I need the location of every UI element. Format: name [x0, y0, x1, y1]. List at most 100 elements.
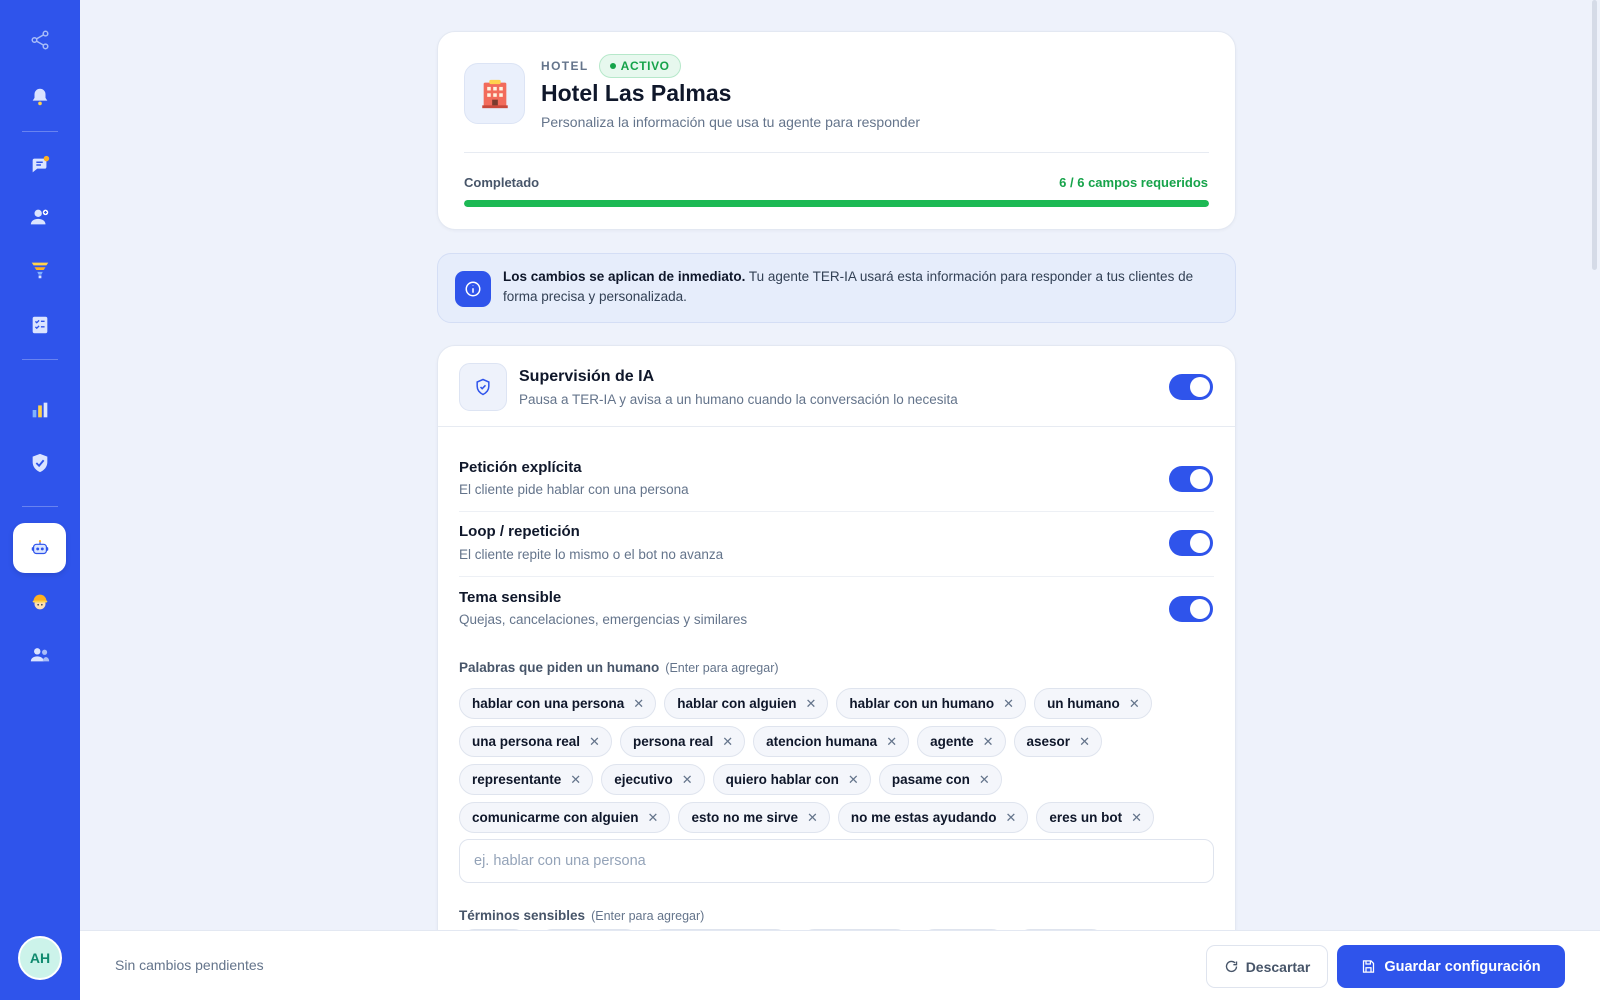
keyword-chip[interactable]: ejecutivo ✕ [601, 764, 705, 795]
supervision-toggle[interactable] [1169, 374, 1213, 400]
hotel-header-card: HOTEL ACTIVO Hotel Las Palmas Personaliz… [437, 31, 1236, 230]
robot-icon[interactable] [13, 523, 66, 573]
rule-loop-title: Loop / repetición [459, 523, 580, 540]
keyword-chip-label: hablar con un humano [849, 696, 995, 711]
remove-chip-icon[interactable]: ✕ [979, 772, 990, 788]
shield-check-icon[interactable] [20, 443, 60, 483]
toggle-knob [1190, 599, 1210, 619]
status-badge: ACTIVO [598, 54, 681, 78]
remove-chip-icon[interactable]: ✕ [648, 810, 659, 826]
toggle-knob [1190, 469, 1210, 489]
rule-explicit-title: Petición explícita [459, 459, 582, 476]
status-badge-label: ACTIVO [620, 59, 670, 73]
keyword-chip-label: ejecutivo [614, 772, 673, 787]
keyword-chip-label: atencion humana [766, 734, 878, 749]
hotel-icon [464, 63, 525, 124]
remove-chip-icon[interactable]: ✕ [1003, 696, 1014, 712]
business-type-label: HOTEL [541, 59, 589, 73]
discard-button[interactable]: Descartar [1206, 945, 1328, 988]
keyword-chip[interactable]: representante ✕ [459, 764, 594, 795]
keyword-chip[interactable]: eres un bot ✕ [1036, 802, 1155, 833]
sensitive-terms-hint: (Enter para agregar) [591, 909, 705, 923]
keyword-chip-label: no me estas ayudando [850, 810, 997, 825]
keywords-hint: (Enter para agregar) [665, 661, 779, 675]
pending-changes-status: Sin cambios pendientes [115, 957, 264, 973]
keyword-chip-label: quiero hablar con [725, 772, 839, 787]
user-plus-icon[interactable] [20, 197, 60, 237]
keyword-chip[interactable]: hablar con una persona ✕ [459, 688, 657, 719]
keyword-input[interactable] [459, 839, 1214, 883]
progress-label: Completado [464, 175, 540, 190]
keyword-chip[interactable]: esto no me sirve ✕ [678, 802, 830, 833]
keyword-chip-label: eres un bot [1049, 810, 1123, 825]
remove-chip-icon[interactable]: ✕ [983, 734, 994, 750]
sensitive-terms-label-text: Términos sensibles [459, 908, 586, 923]
rule-sensitive-toggle[interactable] [1169, 596, 1213, 622]
share-nodes-icon[interactable] [20, 20, 60, 60]
supervision-title: Supervisión de IA [519, 368, 655, 385]
progress-bar [464, 200, 1209, 207]
avatar[interactable]: AH [18, 936, 62, 980]
supervision-divider [438, 426, 1235, 427]
remove-chip-icon[interactable]: ✕ [722, 734, 733, 750]
checklist-icon[interactable] [20, 305, 60, 345]
remove-chip-icon[interactable]: ✕ [805, 696, 816, 712]
remove-chip-icon[interactable]: ✕ [1131, 810, 1142, 826]
rule-explicit-subtitle: El cliente pide hablar con una persona [459, 482, 689, 497]
scrollbar-thumb[interactable] [1592, 0, 1597, 270]
keyword-chip[interactable]: quiero hablar con ✕ [712, 764, 871, 795]
bell-icon[interactable] [20, 77, 60, 117]
keyword-chip[interactable]: comunicarme con alguien ✕ [459, 802, 671, 833]
info-banner: Los cambios se aplican de inmediato. Tu … [437, 253, 1236, 323]
rule-explicit-toggle[interactable] [1169, 466, 1213, 492]
rule-loop-toggle[interactable] [1169, 530, 1213, 556]
remove-chip-icon[interactable]: ✕ [1005, 810, 1016, 826]
refresh-icon [1225, 960, 1237, 973]
supervision-card: Supervisión de IA Pausa a TER-IA y avisa… [437, 345, 1236, 1000]
shield-icon [459, 363, 507, 411]
keyword-chip[interactable]: un humano ✕ [1034, 688, 1152, 719]
save-footer: Sin cambios pendientes Descartar Guardar… [80, 930, 1600, 1000]
keyword-chip-label: esto no me sirve [691, 810, 798, 825]
chat-icon[interactable] [20, 145, 60, 185]
toggle-knob [1190, 533, 1210, 553]
remove-chip-icon[interactable]: ✕ [886, 734, 897, 750]
remove-chip-icon[interactable]: ✕ [633, 696, 644, 712]
progress-count: 6 / 6 campos requeridos [1059, 175, 1208, 190]
page-subtitle: Personaliza la información que usa tu ag… [541, 114, 921, 130]
remove-chip-icon[interactable]: ✕ [1129, 696, 1140, 712]
remove-chip-icon[interactable]: ✕ [848, 772, 859, 788]
keyword-chip[interactable]: hablar con un humano ✕ [836, 688, 1027, 719]
remove-chip-icon[interactable]: ✕ [570, 772, 581, 788]
avatar-initials: AH [29, 950, 51, 966]
rule-loop-subtitle: El cliente repite lo mismo o el bot no a… [459, 547, 724, 562]
keyword-chip-label: un humano [1047, 696, 1120, 711]
keyword-chip[interactable]: no me estas ayudando ✕ [837, 802, 1029, 833]
keyword-chip[interactable]: agente ✕ [917, 726, 1006, 757]
keyword-chip[interactable]: una persona real ✕ [459, 726, 612, 757]
remove-chip-icon[interactable]: ✕ [1079, 734, 1090, 750]
remove-chip-icon[interactable]: ✕ [682, 772, 693, 788]
page-title: Hotel Las Palmas [541, 80, 732, 106]
sidebar-divider [22, 359, 58, 360]
worker-helmet-icon[interactable] [20, 582, 60, 622]
keyword-chip[interactable]: asesor ✕ [1013, 726, 1102, 757]
bar-chart-icon[interactable] [20, 390, 60, 430]
keyword-chip[interactable]: hablar con alguien ✕ [664, 688, 829, 719]
users-icon[interactable] [20, 635, 60, 675]
keyword-chip[interactable]: persona real ✕ [619, 726, 746, 757]
keyword-chip-label: hablar con una persona [472, 696, 625, 711]
remove-chip-icon[interactable]: ✕ [589, 734, 600, 750]
save-button[interactable]: Guardar configuración [1337, 945, 1565, 988]
save-button-label: Guardar configuración [1384, 958, 1541, 975]
keyword-chip[interactable]: pasame con ✕ [878, 764, 1002, 795]
funnel-icon[interactable] [20, 250, 60, 290]
header-eyebrow: HOTEL ACTIVO [541, 54, 681, 78]
keyword-chip[interactable]: atencion humana ✕ [753, 726, 910, 757]
keywords-label-text: Palabras que piden un humano [459, 660, 660, 675]
rule-sensitive-title: Tema sensible [459, 589, 562, 606]
info-icon [455, 271, 491, 307]
sidebar-divider [22, 506, 58, 507]
header-divider [464, 152, 1209, 153]
remove-chip-icon[interactable]: ✕ [807, 810, 818, 826]
